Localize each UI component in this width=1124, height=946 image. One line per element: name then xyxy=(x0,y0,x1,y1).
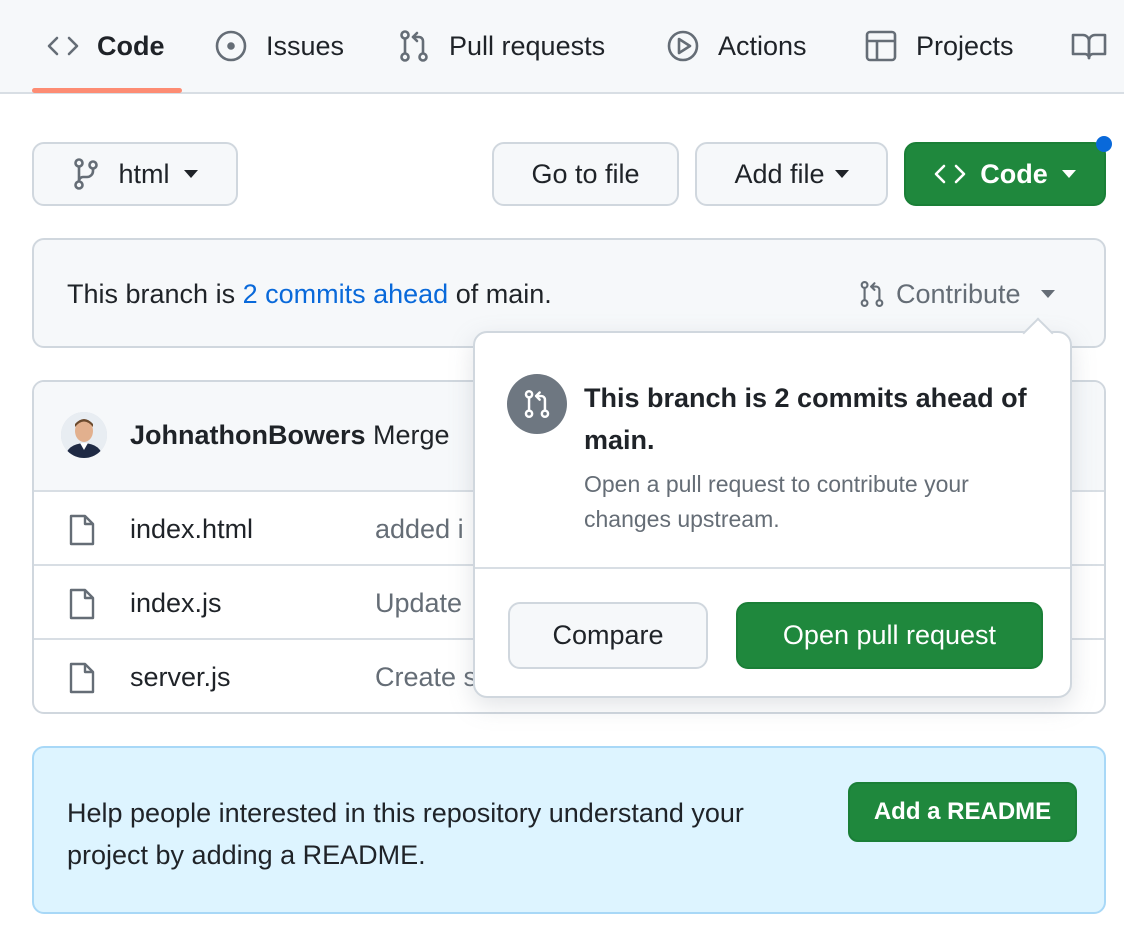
file-name[interactable]: server.js xyxy=(130,662,231,693)
tab-pull-requests[interactable]: Pull requests xyxy=(397,0,605,92)
avatar[interactable] xyxy=(61,412,107,458)
open-pull-request-button[interactable]: Open pull request xyxy=(736,602,1043,669)
chevron-down-icon xyxy=(1061,170,1076,178)
chevron-down-icon xyxy=(183,170,198,178)
file-name[interactable]: index.js xyxy=(130,588,222,619)
tab-code[interactable]: Code xyxy=(47,0,165,92)
file-name[interactable]: index.html xyxy=(130,514,253,545)
issue-opened-icon xyxy=(214,29,248,63)
popover-title: This branch is 2 commits ahead of main. xyxy=(584,383,1027,455)
commit-author[interactable]: JohnathonBowers xyxy=(130,420,366,450)
branch-name: html xyxy=(118,158,170,189)
branch-select-button[interactable]: html xyxy=(32,142,238,206)
commit-message[interactable]: Merge xyxy=(373,420,450,450)
commit-summary: JohnathonBowers Merge xyxy=(130,420,450,451)
tab-label: Pull requests xyxy=(449,30,606,61)
contribute-popover: This branch is 2 commits ahead of main. … xyxy=(473,317,1072,698)
code-icon xyxy=(934,162,966,186)
book-icon xyxy=(1071,31,1107,61)
open-pull-request-label: Open pull request xyxy=(782,620,997,650)
git-branch-icon xyxy=(72,157,100,191)
compare-label: Compare xyxy=(552,620,664,650)
popover-divider xyxy=(475,567,1070,569)
file-icon xyxy=(68,662,96,694)
branch-status-prefix: This branch is xyxy=(67,279,243,309)
tab-label: Code xyxy=(97,30,165,61)
file-commit-message[interactable]: Create s xyxy=(375,662,477,693)
table-icon xyxy=(864,29,898,63)
contribute-button[interactable]: Contribute xyxy=(858,276,1055,312)
file-icon xyxy=(68,588,96,620)
add-readme-label: Add a README xyxy=(873,798,1052,825)
add-file-label: Add file xyxy=(734,158,825,189)
add-file-button[interactable]: Add file xyxy=(695,142,888,206)
chevron-down-icon xyxy=(1040,290,1055,298)
active-tab-indicator xyxy=(32,88,182,93)
play-icon xyxy=(666,29,700,63)
pull-request-icon xyxy=(507,374,567,434)
pull-request-icon xyxy=(397,29,431,63)
file-commit-message[interactable]: Update xyxy=(375,588,462,619)
readme-banner-text: Help people interested in this repositor… xyxy=(67,798,744,870)
tab-label: Issues xyxy=(266,30,345,61)
go-to-file-label: Go to file xyxy=(531,158,640,189)
code-icon xyxy=(47,34,79,58)
code-button-label: Code xyxy=(980,158,1048,189)
tab-issues[interactable]: Issues xyxy=(214,0,344,92)
tab-label: Actions xyxy=(718,30,807,61)
file-commit-message[interactable]: added i xyxy=(375,514,464,545)
compare-button[interactable]: Compare xyxy=(508,602,708,669)
pull-request-icon xyxy=(858,279,886,309)
readme-banner: Help people interested in this repositor… xyxy=(32,746,1106,914)
add-readme-button[interactable]: Add a README xyxy=(848,782,1077,842)
tab-label: Projects xyxy=(916,30,1014,61)
tab-actions[interactable]: Actions xyxy=(666,0,807,92)
commits-ahead-link[interactable]: 2 commits ahead xyxy=(243,279,449,309)
branch-status-suffix: of main. xyxy=(448,279,552,309)
popover-description: Open a pull request to contribute your c… xyxy=(584,471,969,532)
go-to-file-button[interactable]: Go to file xyxy=(492,142,679,206)
chevron-down-icon xyxy=(834,170,849,178)
contribute-label: Contribute xyxy=(896,278,1021,309)
tab-projects[interactable]: Projects xyxy=(864,0,1014,92)
repo-nav: Code Issues Pull requests Actions Projec… xyxy=(0,0,1124,94)
file-icon xyxy=(68,514,96,546)
notification-dot xyxy=(1096,136,1112,152)
branch-status-text: This branch is 2 commits ahead of main. xyxy=(67,279,552,310)
tab-wiki[interactable] xyxy=(1071,0,1107,92)
code-dropdown-button[interactable]: Code xyxy=(904,142,1106,206)
